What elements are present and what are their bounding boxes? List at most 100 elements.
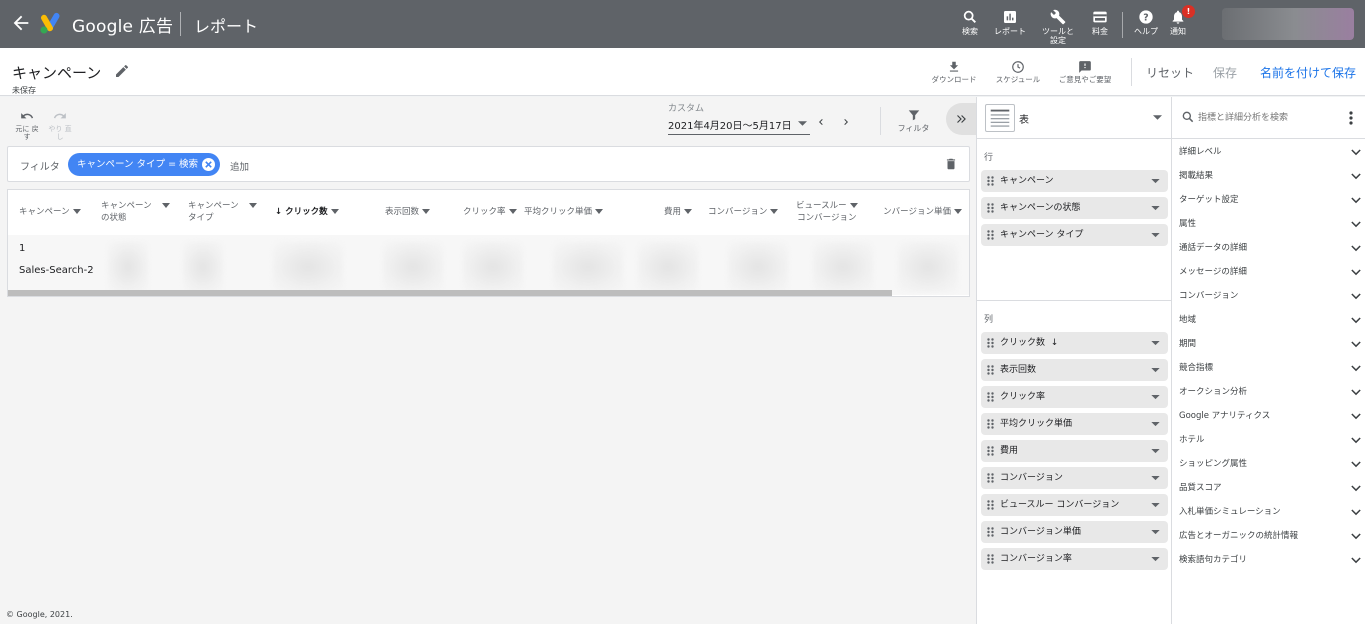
drag-handle-icon[interactable] <box>987 527 994 537</box>
column-header-impressions[interactable]: 表示回数 <box>385 206 431 234</box>
dimension-category[interactable]: 競合指標 <box>1179 360 1362 384</box>
undo-button[interactable]: 元に 戻す <box>12 109 42 141</box>
field-chip[interactable]: キャンペーンの状態 <box>981 197 1168 219</box>
drag-handle-icon[interactable] <box>987 176 994 186</box>
download-button[interactable]: ダウンロード <box>924 60 984 84</box>
pencil-icon[interactable] <box>114 63 130 79</box>
column-header-cost-per-conversion[interactable]: コンバージョン単価 <box>882 206 962 234</box>
sort-arrow-down-icon: ↓ <box>275 207 286 217</box>
more-vert-icon[interactable] <box>1348 110 1354 126</box>
dimension-category[interactable]: 品質スコア <box>1179 480 1362 504</box>
dimension-category[interactable]: 通話データの詳細 <box>1179 240 1362 264</box>
save-button[interactable]: 保存 <box>1213 64 1237 81</box>
reset-button[interactable]: リセット <box>1146 64 1194 81</box>
field-chip[interactable]: 費用 <box>981 440 1168 462</box>
drag-handle-icon[interactable] <box>987 230 994 240</box>
caret-down-icon[interactable] <box>1151 503 1160 508</box>
dimension-category[interactable]: ターゲット設定 <box>1179 192 1362 216</box>
dimension-category[interactable]: ホテル <box>1179 432 1362 456</box>
date-range-picker[interactable]: カスタム 2021年4月20日〜5月17日 <box>668 101 810 135</box>
caret-down-icon[interactable] <box>1151 233 1160 238</box>
caret-down-icon[interactable] <box>1151 476 1160 481</box>
notifications-tool[interactable]: 通知 ! <box>1158 5 1198 36</box>
caret-down-icon[interactable] <box>1151 449 1160 454</box>
caret-down-icon[interactable] <box>1151 530 1160 535</box>
field-chip[interactable]: コンバージョン単価 <box>981 521 1168 543</box>
tools-settings-tool[interactable]: ツールと 設定 <box>1037 9 1079 45</box>
drag-handle-icon[interactable] <box>987 365 994 375</box>
caret-down-icon[interactable] <box>1151 179 1160 184</box>
column-header-clicks[interactable]: ↓ クリック数 <box>275 206 339 234</box>
dimension-category-label: ホテル <box>1179 435 1205 445</box>
account-avatar[interactable] <box>1222 8 1354 40</box>
drag-handle-icon[interactable] <box>987 446 994 456</box>
drag-handle-icon[interactable] <box>987 392 994 402</box>
dimension-category[interactable]: オークション分析 <box>1179 384 1362 408</box>
redo-button[interactable]: やり 直し <box>45 109 75 141</box>
column-header-cost[interactable]: 費用 <box>664 206 693 234</box>
field-chip[interactable]: 表示回数 <box>981 359 1168 381</box>
field-chip[interactable]: コンバージョン率 <box>981 548 1168 570</box>
dimension-category[interactable]: 入札単価シミュレーション <box>1179 504 1362 528</box>
dimension-category[interactable]: 詳細レベル <box>1179 144 1362 168</box>
column-header-campaign-type[interactable]: キャンペーン タイプ <box>188 200 257 228</box>
column-header-ctr[interactable]: クリック率 <box>463 206 517 234</box>
visualization-type: 表 <box>1019 115 1029 126</box>
save-as-button[interactable]: 名前を付けて保存 <box>1260 64 1356 81</box>
billing-tool[interactable]: 料金 <box>1080 9 1120 36</box>
dimension-category[interactable]: 掲載結果 <box>1179 168 1362 192</box>
field-chip[interactable]: コンバージョン <box>981 467 1168 489</box>
metrics-search-input[interactable] <box>1198 110 1348 126</box>
collapse-panel-button[interactable] <box>946 103 976 135</box>
add-filter-button[interactable]: 追加 <box>230 159 249 173</box>
caret-down-icon[interactable] <box>1151 206 1160 211</box>
dimension-category[interactable]: Google アナリティクス <box>1179 408 1362 432</box>
drag-handle-icon[interactable] <box>987 554 994 564</box>
field-chip[interactable]: クリック率 <box>981 386 1168 408</box>
chevron-right-icon[interactable] <box>840 116 852 128</box>
feedback-button[interactable]: ご意見やご要望 <box>1055 60 1115 84</box>
horizontal-scrollbar[interactable] <box>8 290 892 296</box>
drag-handle-icon[interactable] <box>987 500 994 510</box>
caret-down-icon[interactable] <box>1151 422 1160 427</box>
caret-down-icon[interactable] <box>1151 341 1160 346</box>
dimension-category[interactable]: コンバージョン <box>1179 288 1362 312</box>
table-row[interactable]: Sales-Search-2 <box>19 265 97 276</box>
drag-handle-icon[interactable] <box>987 419 994 429</box>
caret-down-icon[interactable] <box>1151 368 1160 373</box>
field-chip[interactable]: キャンペーン タイプ <box>981 224 1168 246</box>
dimension-category[interactable]: 広告とオーガニックの統計情報 <box>1179 528 1362 552</box>
dimension-category-label: Google アナリティクス <box>1179 411 1271 421</box>
column-header-campaign-status[interactable]: キャンペーン の状態 <box>101 200 170 228</box>
dimension-category[interactable]: メッセージの詳細 <box>1179 264 1362 288</box>
dimension-category[interactable]: 属性 <box>1179 216 1362 240</box>
reports-tool[interactable]: レポート <box>990 9 1030 36</box>
back-arrow-icon[interactable] <box>10 12 32 34</box>
drag-handle-icon[interactable] <box>987 338 994 348</box>
chevron-left-icon[interactable] <box>815 116 827 128</box>
dimension-category[interactable]: 検索語句カテゴリ <box>1179 552 1362 576</box>
column-header-conversions[interactable]: コンバージョン <box>708 206 779 234</box>
visualization-selector[interactable]: 表 <box>977 97 1172 139</box>
column-header-view-through-conversions[interactable]: ビュースルー コンバージョン <box>796 200 858 228</box>
table-row[interactable]: 1 <box>19 243 25 254</box>
drag-handle-icon[interactable] <box>987 473 994 483</box>
schedule-button[interactable]: スケジュール <box>988 60 1048 84</box>
field-chip[interactable]: 平均クリック単価 <box>981 413 1168 435</box>
dimension-category[interactable]: ショッピング属性 <box>1179 456 1362 480</box>
caret-down-icon[interactable] <box>1151 395 1160 400</box>
search-tool[interactable]: 検索 <box>950 9 990 36</box>
column-header-avg-cpc[interactable]: 平均クリック単価 <box>524 206 624 234</box>
caret-down-icon[interactable] <box>1151 557 1160 562</box>
remove-filter-button[interactable] <box>202 158 216 171</box>
filter-chip[interactable]: キャンペーン タイプ = 検索 <box>68 153 221 176</box>
column-header-campaign[interactable]: キャンペーン <box>19 206 81 234</box>
dimension-category[interactable]: 地域 <box>1179 312 1362 336</box>
filter-toggle-button[interactable]: フィルタ <box>880 107 946 135</box>
field-chip[interactable]: キャンペーン <box>981 170 1168 192</box>
field-chip[interactable]: ビュースルー コンバージョン <box>981 494 1168 516</box>
dimension-category[interactable]: 期間 <box>1179 336 1362 360</box>
trash-icon[interactable] <box>944 156 958 172</box>
drag-handle-icon[interactable] <box>987 203 994 213</box>
field-chip[interactable]: クリック数 ↓ <box>981 332 1168 354</box>
